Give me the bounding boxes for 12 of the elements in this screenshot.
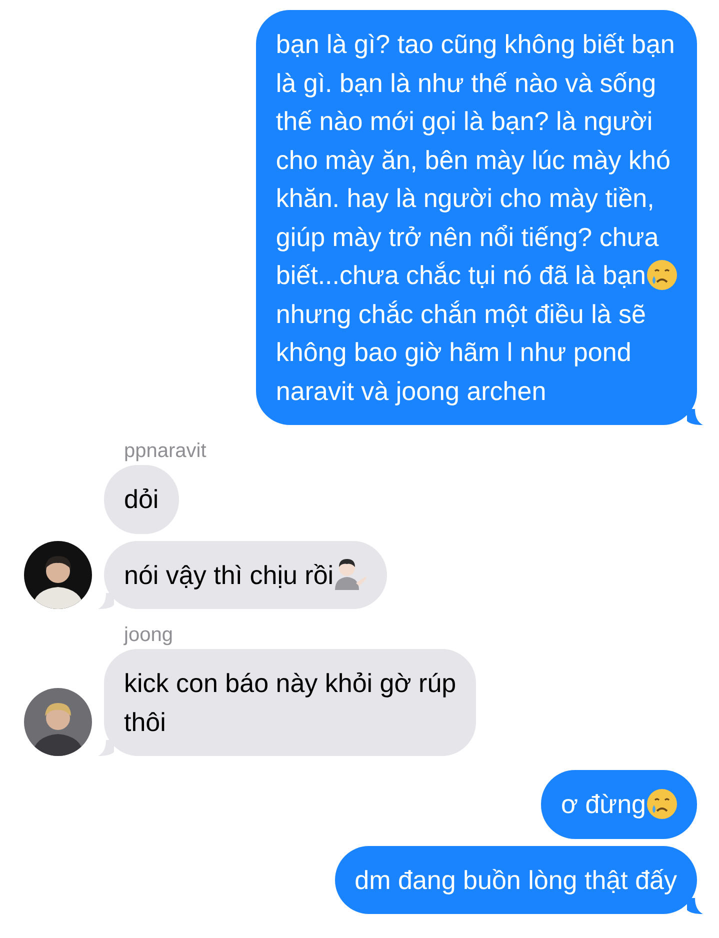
message-text: kick con báo này khỏi gờ rúp thôi [124, 667, 456, 738]
message-text: nhưng chắc chắn một điều là sẽ không bao giờ hãm l như pond naravit và joong archen [276, 298, 647, 408]
sender-name: joong [124, 623, 173, 647]
message-text: dm đang buồn lòng thật đấy [354, 864, 677, 896]
person-tipping-hand-icon [334, 558, 367, 590]
sender-name: ppnaravit [124, 439, 206, 463]
message-text: ơ đừng [560, 789, 646, 819]
crying-face-icon [647, 789, 677, 819]
message-text: dỏi [124, 483, 159, 516]
message-text: biết...chưa chắc tụi nó đã là bạn [276, 260, 646, 290]
crying-face-icon [647, 260, 677, 290]
message-text: nói vậy thì chịu rồi [124, 560, 334, 590]
